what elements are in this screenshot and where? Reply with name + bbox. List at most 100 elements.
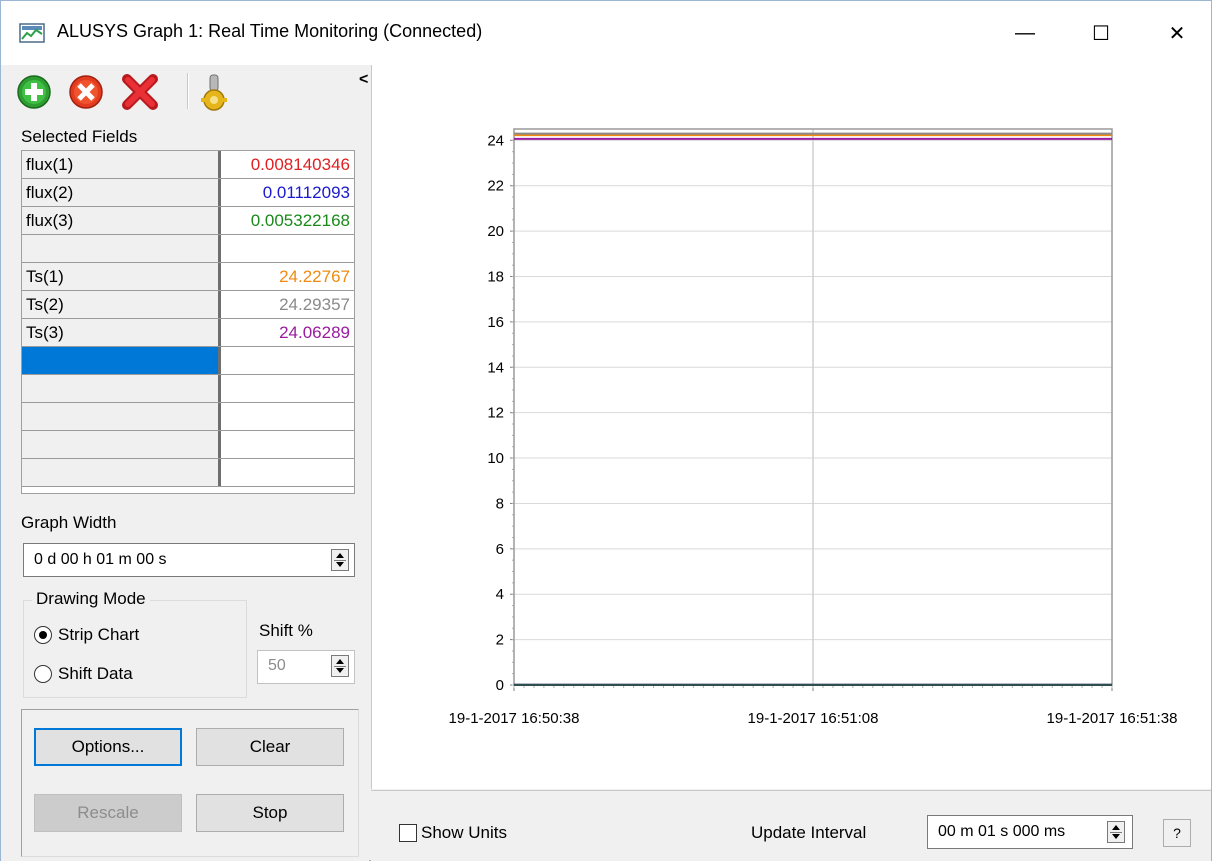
update-interval-stepper[interactable] bbox=[1107, 821, 1125, 843]
selected-fields-label: Selected Fields bbox=[21, 127, 138, 146]
x-tick-label: 19-1-2017 16:51:38 bbox=[1047, 710, 1178, 727]
radio-unchecked-icon bbox=[34, 665, 52, 683]
app-icon bbox=[19, 23, 45, 43]
delete-all-button[interactable] bbox=[121, 73, 159, 111]
y-tick-label: 8 bbox=[496, 495, 504, 512]
graph-width-stepper[interactable] bbox=[331, 549, 349, 571]
field-value-cell bbox=[224, 431, 354, 458]
stop-button[interactable]: Stop bbox=[196, 794, 344, 832]
minimize-button[interactable]: — bbox=[993, 1, 1057, 65]
window-title: ALUSYS Graph 1: Real Time Monitoring (Co… bbox=[57, 21, 483, 41]
update-interval-input[interactable]: 00 m 01 s 000 ms bbox=[927, 815, 1133, 849]
field-row[interactable] bbox=[22, 375, 354, 403]
y-tick-label: 6 bbox=[496, 541, 504, 558]
clear-button[interactable]: Clear bbox=[196, 728, 344, 766]
field-value-cell: 24.22767 bbox=[279, 267, 350, 286]
y-tick-label: 20 bbox=[487, 223, 504, 240]
close-button[interactable]: ✕ bbox=[1145, 1, 1209, 65]
y-tick-label: 16 bbox=[487, 314, 504, 331]
field-row[interactable]: flux(2) 0.01112093 bbox=[22, 179, 354, 207]
help-button[interactable]: ? bbox=[1163, 819, 1191, 847]
left-panel: < Selected Fields flux(1) 0.008140346 flux… bbox=[1, 65, 369, 861]
radio-checked-icon bbox=[34, 626, 52, 644]
y-tick-label: 22 bbox=[487, 178, 504, 195]
field-value-cell: 0.008140346 bbox=[250, 155, 350, 174]
title-bar[interactable]: ALUSYS Graph 1: Real Time Monitoring (Co… bbox=[1, 1, 1211, 65]
y-tick-label: 12 bbox=[487, 405, 504, 422]
rescale-button[interactable]: Rescale bbox=[34, 794, 182, 832]
field-name-cell bbox=[22, 403, 221, 430]
y-tick-label: 2 bbox=[496, 632, 504, 649]
field-row[interactable] bbox=[22, 403, 354, 431]
field-value-cell: 0.01112093 bbox=[262, 183, 350, 202]
y-tick-label: 18 bbox=[487, 269, 504, 286]
field-name-cell bbox=[22, 375, 221, 402]
shift-percent-label: Shift % bbox=[259, 621, 313, 640]
field-name-cell bbox=[22, 459, 221, 486]
realtime-chart[interactable]: 02468101214161820222419-1-2017 16:50:38 1… bbox=[372, 65, 1212, 789]
selected-fields-table[interactable]: flux(1) 0.008140346 flux(2) 0.01112093 flux(… bbox=[21, 150, 355, 494]
y-tick-label: 0 bbox=[496, 677, 504, 694]
field-name-cell: Ts(3) bbox=[22, 319, 221, 346]
bottom-bar: Show Units Update Interval 00 m 01 s 000… bbox=[371, 790, 1211, 861]
toolbar: < bbox=[15, 67, 368, 117]
field-row[interactable]: Ts(2) 24.29357 bbox=[22, 291, 354, 319]
field-row[interactable] bbox=[22, 459, 354, 487]
field-value-cell bbox=[224, 403, 354, 430]
field-value-cell: 24.06289 bbox=[279, 323, 350, 342]
graph-width-label: Graph Width bbox=[21, 513, 117, 532]
remove-field-button[interactable] bbox=[67, 73, 105, 111]
update-interval-label: Update Interval bbox=[751, 823, 867, 842]
options-button[interactable]: Options... bbox=[34, 728, 182, 766]
field-value-cell bbox=[224, 347, 354, 374]
shift-data-radio[interactable]: Shift Data bbox=[34, 664, 133, 684]
shift-data-label: Shift Data bbox=[58, 664, 133, 683]
field-name-cell: flux(1) bbox=[22, 151, 221, 178]
x-tick-label: 19-1-2017 16:51:08 bbox=[748, 710, 879, 727]
shift-percent-stepper[interactable] bbox=[331, 655, 349, 677]
field-value-cell bbox=[224, 459, 354, 486]
field-value-cell: 0.005322168 bbox=[250, 211, 350, 230]
show-units-label: Show Units bbox=[421, 823, 507, 842]
field-value-cell bbox=[224, 235, 354, 262]
show-units-checkbox[interactable]: Show Units bbox=[399, 823, 507, 843]
field-name-cell bbox=[22, 431, 221, 458]
drawing-mode-group: Drawing Mode Strip Chart Shift Data bbox=[23, 589, 247, 698]
graph-window: ALUSYS Graph 1: Real Time Monitoring (Co… bbox=[0, 0, 1212, 861]
field-row[interactable]: Ts(1) 24.22767 bbox=[22, 263, 354, 291]
chart-area[interactable]: 0 2 4 6 8 10 12 14 16 18 20 22 24 19-1-2017 16:50:38 1… bbox=[371, 65, 1211, 789]
field-value-cell: 24.29357 bbox=[279, 295, 350, 314]
field-name-cell: Ts(1) bbox=[22, 263, 221, 290]
maximize-button[interactable]: ☐ bbox=[1069, 1, 1133, 65]
y-tick-label: 10 bbox=[487, 450, 504, 467]
field-name-cell: Ts(2) bbox=[22, 291, 221, 318]
action-button-panel: Options... Clear Rescale Stop bbox=[21, 709, 359, 857]
maximize-icon: ☐ bbox=[1092, 22, 1110, 45]
strip-chart-label: Strip Chart bbox=[58, 625, 140, 644]
graph-width-input[interactable]: 0 d 00 h 01 m 00 s bbox=[23, 543, 355, 577]
strip-chart-radio[interactable]: Strip Chart bbox=[34, 625, 139, 645]
x-tick-label: 19-1-2017 16:50:38 bbox=[449, 710, 580, 727]
drawing-mode-label: Drawing Mode bbox=[32, 589, 150, 609]
field-value-cell bbox=[224, 375, 354, 402]
field-name-cell bbox=[22, 347, 221, 374]
field-row[interactable]: flux(1) 0.008140346 bbox=[22, 151, 354, 179]
y-tick-label: 14 bbox=[487, 359, 504, 376]
field-row[interactable]: flux(3) 0.005322168 bbox=[22, 207, 354, 235]
field-name-cell: flux(3) bbox=[22, 207, 221, 234]
minimize-icon: — bbox=[1015, 21, 1035, 44]
field-row[interactable]: Ts(3) 24.06289 bbox=[22, 319, 354, 347]
close-icon: ✕ bbox=[1168, 22, 1186, 45]
settings-button[interactable] bbox=[195, 73, 233, 111]
y-tick-label: 24 bbox=[487, 132, 504, 149]
field-row[interactable] bbox=[22, 431, 354, 459]
add-field-button[interactable] bbox=[15, 73, 53, 111]
field-row[interactable] bbox=[22, 347, 354, 375]
collapse-panel-button[interactable]: < bbox=[359, 71, 368, 89]
y-tick-label: 4 bbox=[496, 586, 504, 603]
field-row[interactable] bbox=[22, 235, 354, 263]
toolbar-separator bbox=[187, 73, 189, 109]
field-name-cell: flux(2) bbox=[22, 179, 221, 206]
field-name-cell bbox=[22, 235, 221, 262]
checkbox-unchecked-icon bbox=[399, 824, 417, 842]
